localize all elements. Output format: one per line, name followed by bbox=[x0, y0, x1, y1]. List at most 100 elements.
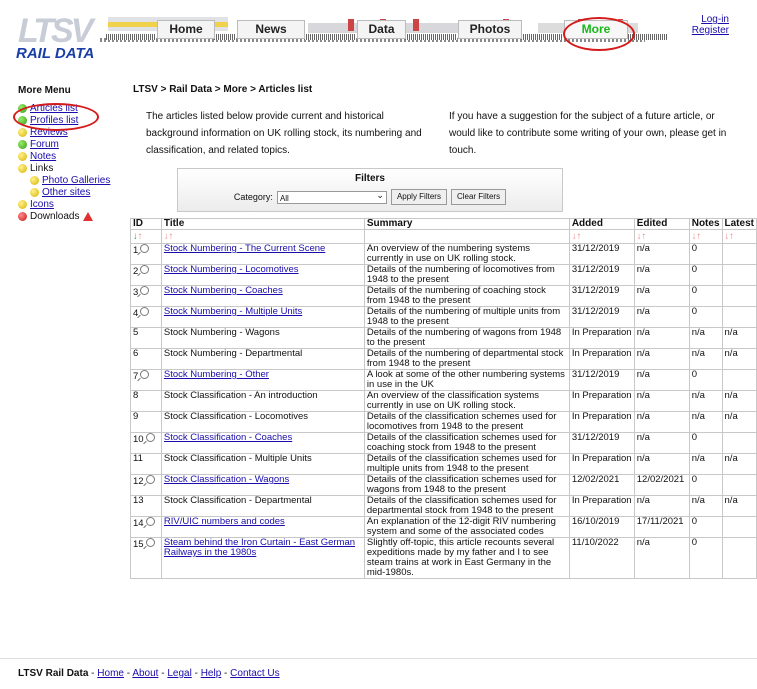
magnifier-icon[interactable] bbox=[145, 517, 155, 526]
article-title-link[interactable]: RIV/UIC numbers and codes bbox=[164, 516, 285, 527]
nav-hatch bbox=[106, 34, 156, 40]
sidebar-item-label: Links bbox=[30, 162, 54, 174]
col-added-header: Added bbox=[568, 218, 635, 230]
footer-about-link[interactable]: About bbox=[132, 668, 158, 679]
sort-asc-icon[interactable]: ↑ bbox=[696, 231, 701, 242]
article-title: Stock Classification - An introduction bbox=[163, 390, 318, 401]
sidebar-item-other-sites[interactable]: Other sites bbox=[30, 186, 128, 198]
article-summary: Details of the numbering of coaching sto… bbox=[366, 285, 546, 306]
clear-filters-button[interactable]: Clear Filters bbox=[450, 189, 507, 205]
footer-legal-link[interactable]: Legal bbox=[167, 668, 191, 679]
sort-asc-icon[interactable]: ↑ bbox=[642, 231, 647, 242]
sidebar-item-label[interactable]: Photo Galleries bbox=[42, 175, 110, 186]
table-row: 1 Stock Numbering - The Current Scene An o… bbox=[130, 243, 757, 265]
sidebar-item-links: Links bbox=[18, 162, 128, 174]
article-summary: Details of the classification schemes us… bbox=[366, 495, 557, 516]
nav-home[interactable]: Home bbox=[157, 20, 215, 39]
article-title-link[interactable]: Stock Numbering - Coaches bbox=[164, 285, 283, 296]
sidebar-item-notes[interactable]: Notes bbox=[18, 150, 128, 162]
magnifier-icon[interactable] bbox=[140, 307, 150, 316]
article-title-link[interactable]: Stock Classification - Wagons bbox=[164, 474, 289, 485]
sort-arrows-row: ↓↑ ↓↑ ↓↑ ↓↑ ↓↑ ↓↑ bbox=[130, 229, 757, 244]
article-summary: An explanation of the 12-digit RIV numbe… bbox=[366, 516, 556, 537]
nav-data[interactable]: Data bbox=[357, 20, 406, 39]
footer-home-link[interactable]: Home bbox=[97, 668, 124, 679]
article-edited: 17/11/2021 bbox=[636, 516, 684, 527]
article-id: 5 bbox=[133, 327, 139, 338]
article-id: 13 bbox=[133, 495, 144, 506]
table-row: 9 Stock Classification - Locomotives Detai… bbox=[130, 411, 757, 433]
article-notes: 0 bbox=[691, 285, 698, 296]
article-summary: Slightly off-topic, this article recount… bbox=[366, 537, 555, 578]
sidebar-item-label[interactable]: Icons bbox=[30, 199, 54, 210]
magnifier-icon[interactable] bbox=[140, 244, 150, 253]
magnifier-icon[interactable] bbox=[140, 286, 150, 295]
article-id: 9 bbox=[133, 411, 139, 422]
category-select[interactable]: All bbox=[276, 189, 387, 204]
article-latest: n/a bbox=[724, 327, 738, 338]
article-latest: n/a bbox=[724, 348, 738, 359]
article-summary: An overview of the numbering systems cur… bbox=[366, 243, 531, 264]
nav-photos[interactable]: Photos bbox=[458, 20, 522, 39]
sidebar-item-label[interactable]: Other sites bbox=[42, 187, 90, 198]
sidebar-item-photo-galleries[interactable]: Photo Galleries bbox=[30, 174, 128, 186]
sort-asc-icon[interactable]: ↑ bbox=[577, 231, 582, 242]
article-notes: 0 bbox=[691, 243, 698, 254]
highlight-circle-more bbox=[563, 17, 635, 51]
login-link[interactable]: Log-in bbox=[692, 14, 729, 25]
sidebar-item-label[interactable]: Forum bbox=[30, 139, 59, 150]
article-added: In Preparation bbox=[571, 411, 632, 422]
magnifier-icon[interactable] bbox=[145, 433, 155, 442]
site-logo[interactable]: LTSV RAIL DATA bbox=[16, 14, 104, 62]
table-row: 4 Stock Numbering - Multiple Units Details… bbox=[130, 306, 757, 328]
table-row: 12 Stock Classification - Wagons Details o… bbox=[130, 474, 757, 496]
footer-contact-link[interactable]: Contact Us bbox=[230, 668, 279, 679]
table-row: 10 Stock Classification - Coaches Details … bbox=[130, 432, 757, 454]
register-link[interactable]: Register bbox=[692, 25, 729, 36]
magnifier-icon[interactable] bbox=[145, 475, 155, 484]
article-id: 12 bbox=[133, 476, 144, 487]
article-edited: n/a bbox=[636, 369, 650, 380]
breadcrumb: LTSV > Rail Data > More > Articles list bbox=[133, 84, 313, 95]
apply-filters-button[interactable]: Apply Filters bbox=[390, 189, 447, 205]
magnifier-icon[interactable] bbox=[145, 538, 155, 547]
article-added: In Preparation bbox=[571, 495, 632, 506]
article-title-link[interactable]: Stock Numbering - Locomotives bbox=[164, 264, 299, 275]
article-title-link[interactable]: Steam behind the Iron Curtain - East Ger… bbox=[164, 537, 355, 558]
article-title: Stock Classification - Locomotives bbox=[163, 411, 309, 422]
article-added: 11/10/2022 bbox=[571, 537, 619, 548]
article-edited: 12/02/2021 bbox=[636, 474, 685, 485]
sort-asc-icon[interactable]: ↑ bbox=[138, 231, 143, 242]
article-summary: A look at some of the other numbering sy… bbox=[366, 369, 565, 390]
sidebar-item-forum[interactable]: Forum bbox=[18, 138, 128, 150]
col-notes-header: Notes bbox=[688, 218, 723, 230]
article-title-link[interactable]: Stock Numbering - The Current Scene bbox=[164, 243, 325, 254]
sidebar-item-icons[interactable]: Icons bbox=[18, 198, 128, 210]
article-id: 14 bbox=[133, 518, 144, 529]
article-notes: 0 bbox=[691, 432, 698, 443]
sort-asc-icon[interactable]: ↑ bbox=[169, 231, 174, 242]
article-title-link[interactable]: Stock Classification - Coaches bbox=[164, 432, 292, 443]
article-added: 31/12/2019 bbox=[571, 243, 620, 254]
magnifier-icon[interactable] bbox=[140, 265, 150, 274]
sidebar-item-downloads: Downloads bbox=[18, 210, 128, 222]
article-latest: n/a bbox=[724, 411, 738, 422]
article-title-link[interactable]: Stock Numbering - Other bbox=[164, 369, 269, 380]
article-added: 31/12/2019 bbox=[571, 285, 620, 296]
footer-help-link[interactable]: Help bbox=[201, 668, 222, 679]
article-notes: 0 bbox=[691, 537, 698, 548]
nav-news[interactable]: News bbox=[237, 20, 305, 39]
status-yellow-icon bbox=[18, 163, 27, 173]
article-notes: n/a bbox=[691, 348, 705, 359]
article-added: 31/12/2019 bbox=[571, 306, 620, 317]
nav-hatch bbox=[405, 34, 457, 40]
nav-hatch bbox=[214, 34, 236, 40]
filters-panel: Filters Category: All Apply Filters Clea… bbox=[177, 168, 563, 212]
status-green-icon bbox=[18, 139, 27, 149]
article-title-link[interactable]: Stock Numbering - Multiple Units bbox=[164, 306, 302, 317]
sort-asc-icon[interactable]: ↑ bbox=[729, 231, 734, 242]
status-yellow-icon bbox=[18, 151, 27, 161]
article-summary: An overview of the classification system… bbox=[366, 390, 539, 411]
sidebar-item-label[interactable]: Notes bbox=[30, 151, 56, 162]
magnifier-icon[interactable] bbox=[140, 370, 150, 379]
